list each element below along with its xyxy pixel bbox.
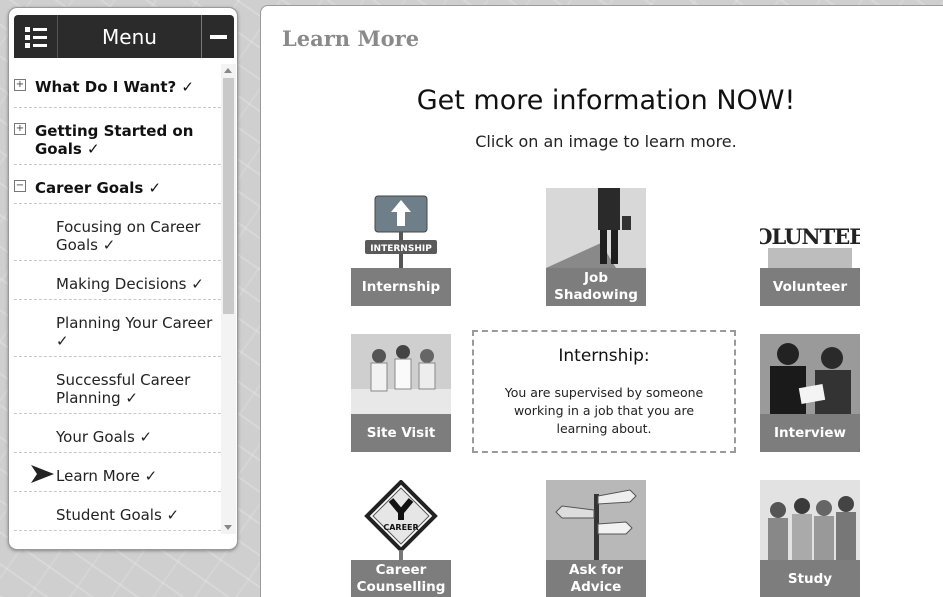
- subhead: Click on an image to learn more.: [475, 132, 737, 151]
- tile-label: Internship: [351, 268, 451, 306]
- tile-label: Job Shadowing: [546, 268, 646, 306]
- menu-item-getting-started[interactable]: + Getting Started on Goals ✓: [14, 108, 221, 165]
- internship-sign-image: INTERNSHIP: [351, 188, 451, 268]
- study-students-image: [760, 480, 860, 560]
- tile-label: Ask for Advice: [546, 560, 646, 597]
- menu-list: + What Do I Want? ✓ + Getting Started on…: [14, 64, 221, 531]
- tile-internship[interactable]: INTERNSHIP Internship: [351, 188, 451, 306]
- collapse-icon[interactable]: −: [14, 180, 26, 192]
- menu-title: Menu: [102, 24, 157, 49]
- expand-icon[interactable]: +: [14, 79, 26, 91]
- tile-label: Interview: [760, 414, 860, 452]
- tile-study[interactable]: Study: [760, 480, 860, 597]
- menu-item-label: Making Decisions ✓: [56, 275, 204, 293]
- tile-career-counselling[interactable]: CAREER Career Counselling: [351, 480, 451, 597]
- info-box: Internship: You are supervised by someon…: [472, 330, 736, 453]
- content-panel: Learn More Get more information NOW! Cli…: [260, 5, 943, 597]
- svg-text:CAREER: CAREER: [383, 523, 418, 532]
- menu-item-making-decisions[interactable]: Making Decisions ✓: [14, 261, 221, 300]
- menu-item-label: Successful Career Planning ✓: [56, 371, 191, 407]
- career-sign-image: CAREER: [351, 480, 451, 560]
- tile-volunteer[interactable]: VOLUNTEER Volunteer: [760, 188, 860, 306]
- job-shadowing-image: [546, 188, 646, 268]
- current-page-arrow-icon: [31, 465, 54, 483]
- volunteer-image: VOLUNTEER: [760, 188, 860, 268]
- tile-label: Career Counselling: [351, 560, 451, 597]
- page-title: Learn More: [282, 26, 420, 51]
- advice-signpost-image: [546, 480, 646, 560]
- menu-item-label: Learn More ✓: [56, 467, 158, 485]
- info-text: You are supervised by someone working in…: [504, 385, 704, 436]
- info-title: Internship:: [558, 346, 650, 366]
- tile-label: Study: [760, 560, 860, 597]
- menu-item-label: Career Goals ✓: [35, 179, 162, 197]
- menu-item-your-goals[interactable]: Your Goals ✓: [14, 414, 221, 453]
- menu-item-label: Student Goals ✓: [56, 506, 180, 524]
- menu-scrollbar[interactable]: [221, 64, 236, 534]
- tile-label: Site Visit: [351, 414, 451, 452]
- svg-text:INTERNSHIP: INTERNSHIP: [370, 244, 432, 254]
- menu-item-focusing-on-career-goals[interactable]: Focusing on Career Goals ✓: [14, 204, 221, 261]
- site-visit-image: [351, 334, 451, 414]
- collapse-menu-button[interactable]: [201, 15, 234, 58]
- tile-job-shadowing[interactable]: Job Shadowing: [546, 188, 646, 306]
- tile-site-visit[interactable]: Site Visit: [351, 334, 451, 452]
- headline: Get more information NOW!: [416, 85, 796, 116]
- menu-item-label: What Do I Want? ✓: [35, 78, 194, 96]
- tile-interview[interactable]: Interview: [760, 334, 860, 452]
- scroll-thumb[interactable]: [223, 78, 234, 314]
- interview-image: [760, 334, 860, 414]
- scroll-up-arrow-icon[interactable]: [224, 68, 232, 73]
- menu-header: Menu: [14, 15, 234, 58]
- menu-item-career-goals[interactable]: − Career Goals ✓: [14, 165, 221, 204]
- menu-item-label: Getting Started on Goals ✓: [35, 122, 194, 158]
- menu-item-what-do-i-want[interactable]: + What Do I Want? ✓: [14, 64, 221, 108]
- menu-item-label: Focusing on Career Goals ✓: [56, 218, 201, 254]
- menu-item-learn-more[interactable]: Learn More ✓: [14, 453, 221, 492]
- expand-icon[interactable]: +: [14, 123, 26, 135]
- menu-item-planning-your-career[interactable]: Planning Your Career ✓: [14, 300, 221, 357]
- menu-item-successful-career-planning[interactable]: Successful Career Planning ✓: [14, 357, 221, 414]
- menu-item-student-goals[interactable]: Student Goals ✓: [14, 492, 221, 531]
- menu-panel: Menu + What Do I Want? ✓ + Getting Start…: [8, 7, 238, 550]
- scroll-down-arrow-icon[interactable]: [224, 525, 232, 530]
- menu-item-label: Planning Your Career ✓: [56, 314, 213, 350]
- list-icon[interactable]: [14, 15, 58, 58]
- tile-label: Volunteer: [760, 268, 860, 306]
- tile-ask-for-advice[interactable]: Ask for Advice: [546, 480, 646, 597]
- menu-item-label: Your Goals ✓: [56, 428, 153, 446]
- svg-text:VOLUNTEER: VOLUNTEER: [760, 224, 860, 249]
